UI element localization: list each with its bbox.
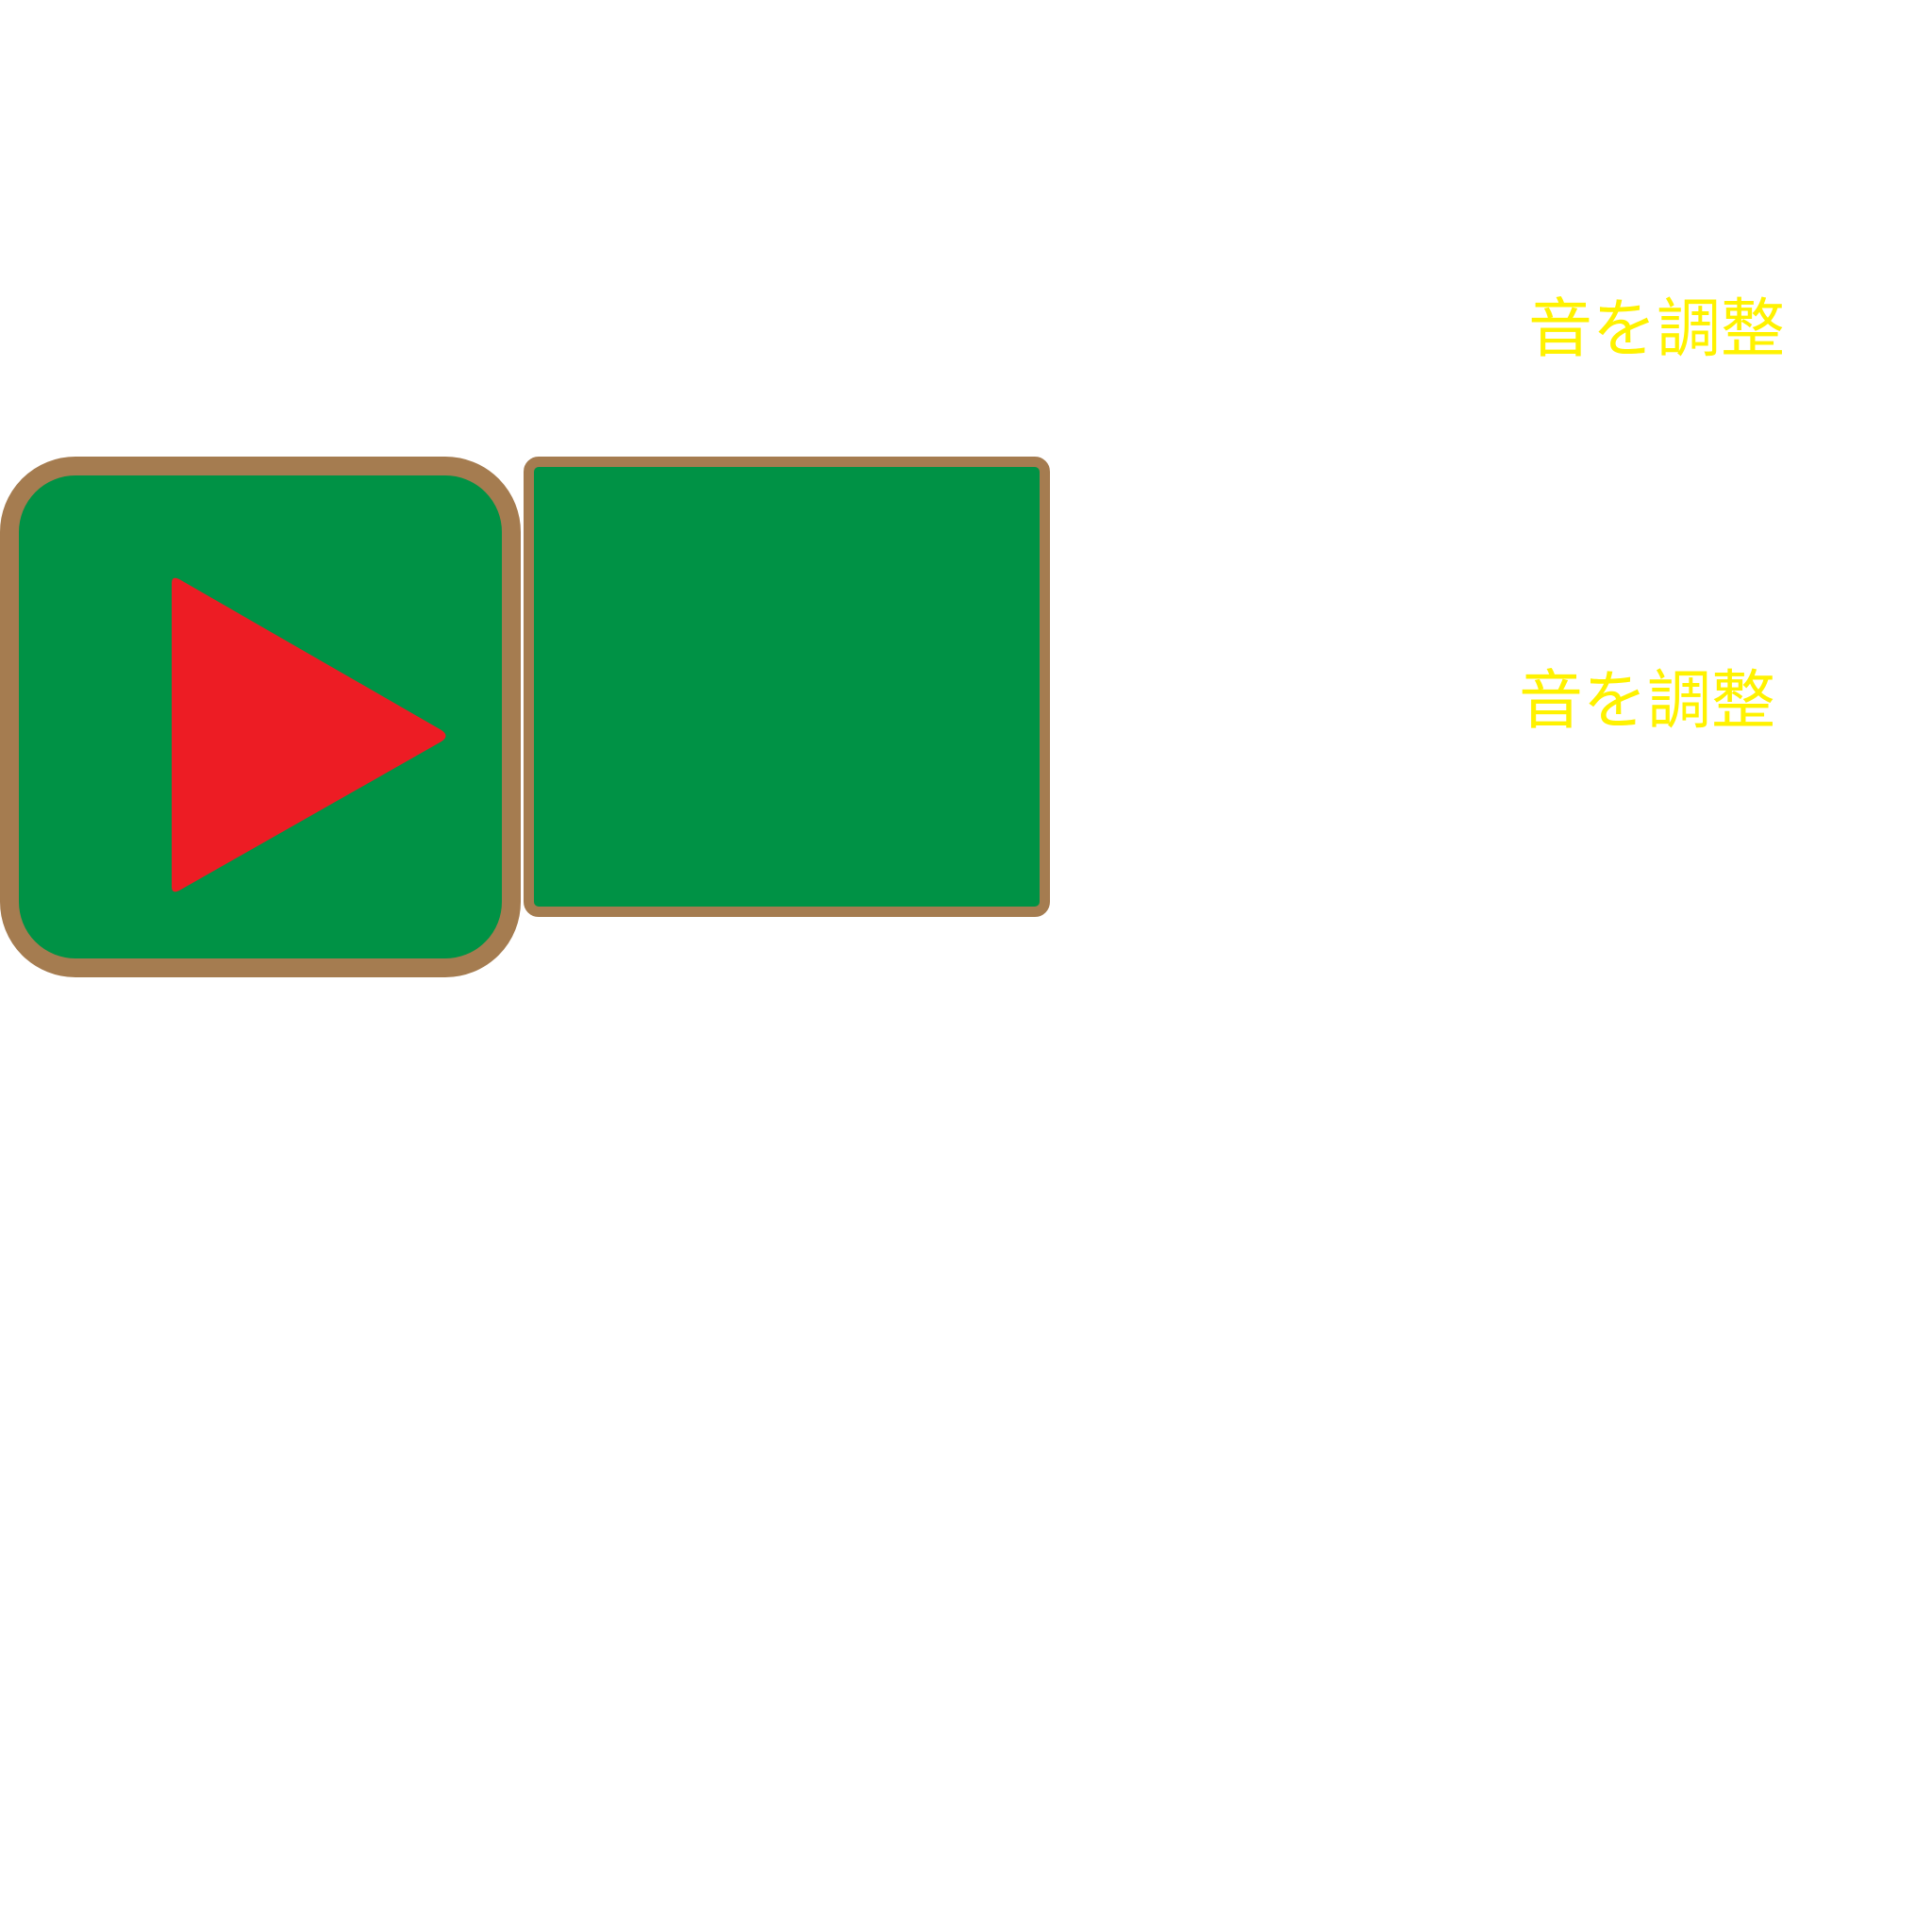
canvas: 音を調整 音を調整 <box>0 0 1932 1932</box>
adjust-sound-label-secondary: 音を調整 <box>1519 664 1776 739</box>
play-triangle <box>172 577 446 892</box>
play-icon <box>172 577 446 892</box>
second-control-button[interactable] <box>524 457 1050 917</box>
play-button[interactable] <box>0 457 521 977</box>
adjust-sound-label: 音を調整 <box>1528 292 1786 367</box>
